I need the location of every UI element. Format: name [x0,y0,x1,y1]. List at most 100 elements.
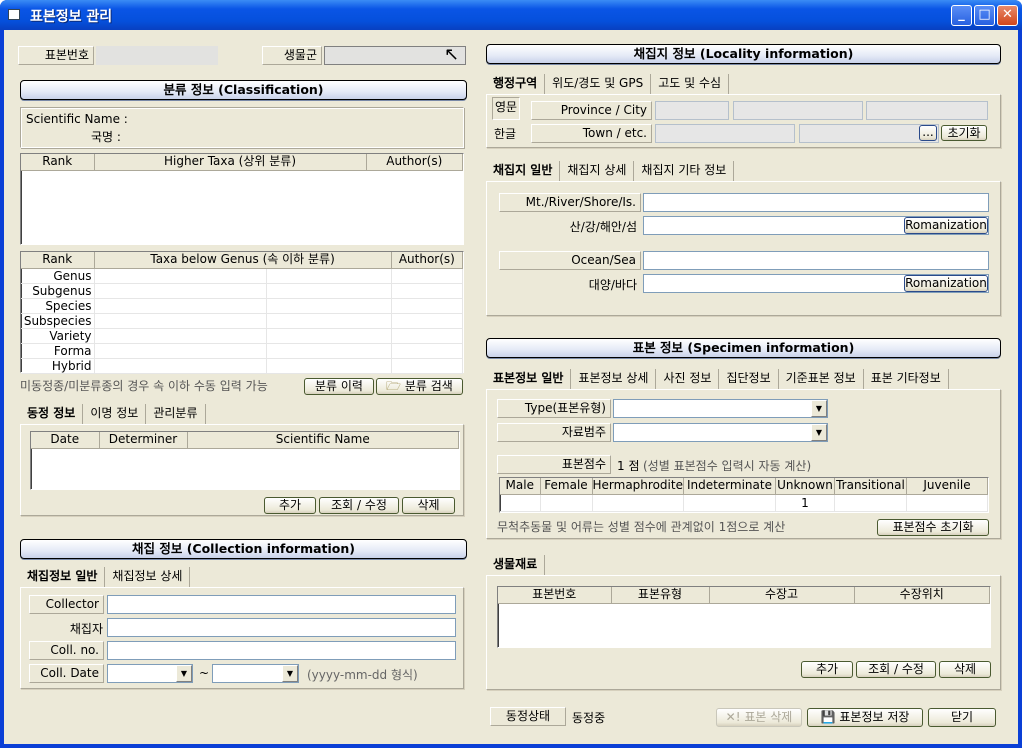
tab-type-specimen[interactable]: 기준표본 정보 [779,369,864,389]
author-cell[interactable] [391,283,464,299]
reset-locality-button[interactable]: 초기화 [941,125,987,141]
close-window-button[interactable]: ✕ [997,5,1018,26]
identification-grid[interactable]: Date Determiner Scientific Name [30,431,460,490]
tab-identification[interactable]: 동정 정보 [20,404,84,424]
classification-history-button[interactable]: 분류 이력 [304,378,374,395]
col-hermaphrodite[interactable]: Hermaphrodite [592,478,684,495]
male-count[interactable] [500,494,541,512]
col-rank[interactable]: Rank [21,252,95,269]
col-juvenile[interactable]: Juvenile [906,478,989,495]
tab-locality-general[interactable]: 채집지 일반 [486,161,561,181]
hermaphrodite-count[interactable] [592,494,684,512]
eng-toggle[interactable]: 영문 [492,97,520,120]
tab-collection-general[interactable]: 채집정보 일반 [20,567,106,587]
ocean-field[interactable] [643,251,989,270]
taxon-cell[interactable] [94,268,267,284]
author-cell[interactable] [391,268,464,284]
tab-specimen-general[interactable]: 표본정보 일반 [486,369,572,389]
taxon-cell-2[interactable] [266,283,392,299]
town-field-1[interactable] [655,124,795,143]
tab-altitude[interactable]: 고도 및 수심 [651,74,730,94]
tab-admin-class[interactable]: 관리분류 [146,404,206,424]
author-cell[interactable] [391,298,464,314]
col-higher-taxa[interactable]: Higher Taxa (상위 분류) [94,154,367,171]
romanization-button-2[interactable]: Romanization [904,275,988,292]
col-transitional[interactable]: Transitional [834,478,907,495]
col-unknown[interactable]: Unknown [775,478,835,495]
biomaterial-edit-button[interactable]: 조회 / 수정 [856,661,936,678]
taxon-cell[interactable] [94,313,267,329]
col-authors[interactable]: Author(s) [366,154,463,171]
table-row[interactable]: Species [21,298,464,314]
tab-collection-detail[interactable]: 채집정보 상세 [105,567,191,587]
maximize-button[interactable]: □ [974,5,995,26]
chevron-down-icon[interactable]: ▼ [811,424,827,441]
town-field-2[interactable] [799,124,939,143]
mt-river-kr-field[interactable]: Romanization [643,216,989,235]
romanization-button-1[interactable]: Romanization [904,217,988,234]
author-cell[interactable] [391,358,464,374]
mt-river-field[interactable] [643,193,989,212]
taxon-cell-2[interactable] [266,298,392,314]
province-field-1[interactable] [655,101,729,120]
specimen-no-field[interactable] [96,46,218,65]
col-indeterminate[interactable]: Indeterminate [683,478,776,495]
taxon-cell-2[interactable] [266,328,392,344]
taxon-cell-2[interactable] [266,343,392,359]
taxon-cell-2[interactable] [266,268,392,284]
close-button[interactable]: 닫기 [928,708,996,727]
chevron-down-icon[interactable]: ▼ [811,400,827,417]
tab-locality-detail[interactable]: 채집지 상세 [560,161,635,181]
author-cell[interactable] [391,328,464,344]
col-date[interactable]: Date [31,432,100,449]
col-authors[interactable]: Author(s) [391,252,464,269]
coll-no-field[interactable] [107,641,456,660]
biomaterial-grid[interactable]: 표본번호 표본유형 수장고 수장위치 [497,586,991,648]
col-storage-location[interactable]: 수장위치 [854,587,990,604]
author-cell[interactable] [391,313,464,329]
higher-taxa-grid[interactable]: Rank Higher Taxa (상위 분류) Author(s) [20,153,464,245]
collector-field[interactable] [107,595,456,614]
col-scientific-name[interactable]: Scientific Name [187,432,459,449]
tab-population[interactable]: 집단정보 [719,369,779,389]
taxon-cell-2[interactable] [266,313,392,329]
table-row[interactable]: Hybrid [21,358,464,374]
col-female[interactable]: Female [540,478,593,495]
category-select[interactable]: ▼ [613,423,828,442]
table-row[interactable]: Variety [21,328,464,344]
ocean-kr-field[interactable]: Romanization [643,274,989,293]
tab-synonym[interactable]: 이명 정보 [83,404,147,424]
table-row[interactable]: Subgenus [21,283,464,299]
tab-specimen-detail[interactable]: 표본정보 상세 [571,369,657,389]
col-male[interactable]: Male [500,478,541,495]
indeterminate-count[interactable] [683,494,776,512]
col-taxa-below-genus[interactable]: Taxa below Genus (속 이하 분류) [94,252,392,269]
col-rank[interactable]: Rank [21,154,95,171]
province-field-3[interactable] [866,101,988,120]
minimize-button[interactable]: _ [951,5,972,26]
identification-delete-button[interactable]: 삭제 [402,497,455,514]
taxon-cell[interactable] [94,343,267,359]
sex-count-grid[interactable]: Male Female Hermaphrodite Indeterminate … [499,477,989,513]
chevron-down-icon[interactable]: ▼ [176,665,192,682]
col-specimen-type[interactable]: 표본유형 [611,587,710,604]
tab-admin-region[interactable]: 행정구역 [486,74,546,94]
taxon-cell-2[interactable] [266,358,392,374]
coll-date-to[interactable]: ▼ [212,664,299,683]
identification-edit-button[interactable]: 조회 / 수정 [319,497,399,514]
taxon-cell[interactable] [94,283,267,299]
taxon-cell[interactable] [94,358,267,374]
tab-photo[interactable]: 사진 정보 [656,369,720,389]
province-field-2[interactable] [733,101,863,120]
collector-kr-field[interactable] [107,618,456,637]
chevron-down-icon[interactable]: ▼ [282,665,298,682]
author-cell[interactable] [391,343,464,359]
tab-biomaterial[interactable]: 생물재료 [486,555,546,575]
juvenile-count[interactable] [906,494,989,512]
col-specimen-no[interactable]: 표본번호 [498,587,612,604]
coll-date-from[interactable]: ▼ [107,664,193,683]
col-determiner[interactable]: Determiner [99,432,188,449]
delete-specimen-button[interactable]: ✕! 표본 삭제 [716,708,802,727]
transitional-count[interactable] [834,494,907,512]
taxon-cell[interactable] [94,328,267,344]
